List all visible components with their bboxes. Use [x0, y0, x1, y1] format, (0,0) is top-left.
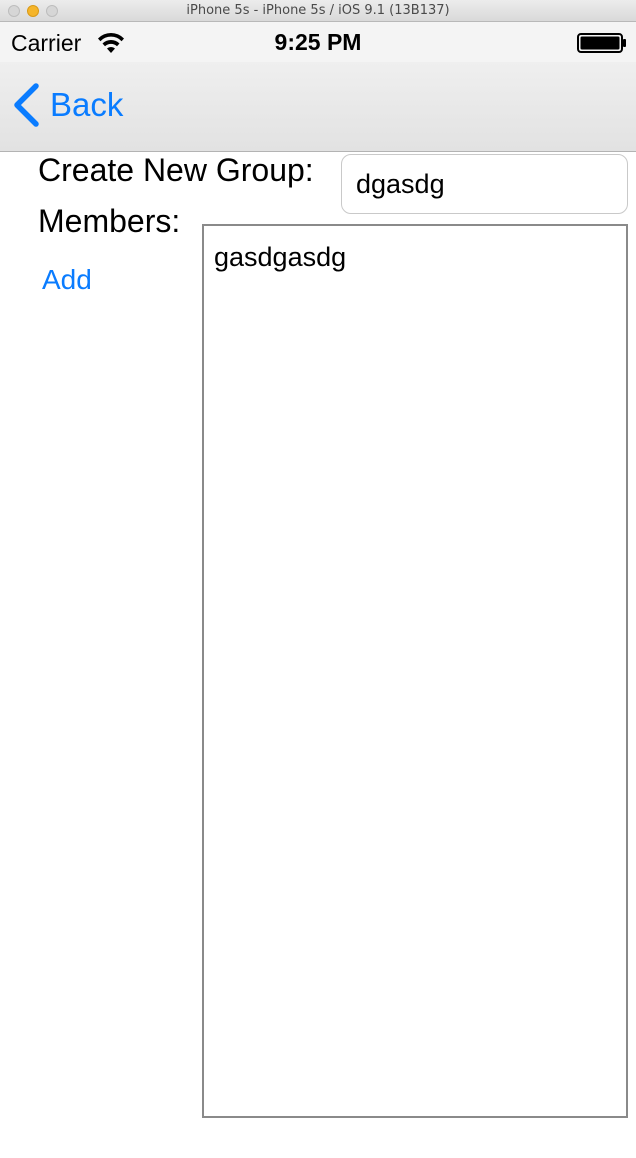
status-bar: Carrier 9:25 PM	[0, 22, 636, 62]
group-name-value: dgasdg	[356, 168, 445, 199]
chevron-left-icon	[14, 83, 39, 127]
create-group-label: Create New Group:	[38, 152, 314, 188]
back-label: Back	[50, 86, 124, 123]
members-list[interactable]: gasdgasdg	[202, 224, 628, 1118]
simulator-title-bar: iPhone 5s - iPhone 5s / iOS 9.1 (13B137)	[0, 0, 636, 22]
clock: 9:25 PM	[274, 29, 362, 55]
battery-icon	[577, 33, 626, 53]
add-member-button[interactable]: Add	[42, 264, 92, 296]
back-button[interactable]: Back	[10, 80, 123, 130]
members-label: Members:	[38, 203, 181, 239]
navigation-bar: Back	[0, 62, 636, 152]
member-item: gasdgasdg	[214, 242, 347, 272]
group-name-input[interactable]: dgasdg	[341, 154, 628, 214]
window-title: iPhone 5s - iPhone 5s / iOS 9.1 (13B137)	[186, 3, 450, 18]
